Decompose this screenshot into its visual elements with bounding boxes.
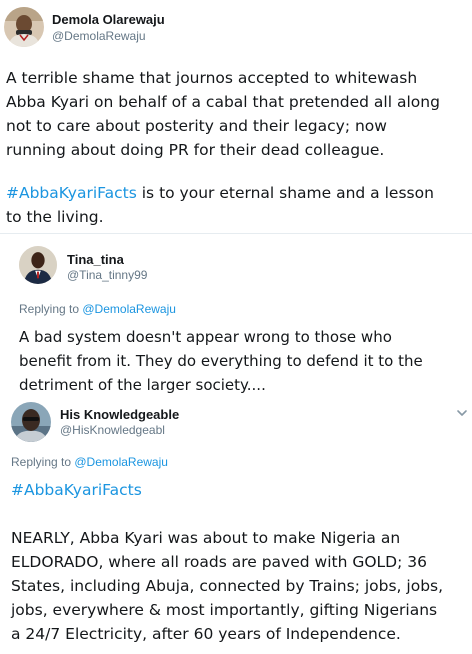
tweet-text: A terrible shame that journos accepted t… [6, 66, 440, 229]
reply-tweet: Tina_tina @Tina_tinny99 Replying to @Dem… [0, 234, 472, 396]
tweet-text-line: States, including Abuja, connected by Tr… [11, 577, 444, 595]
tweet-text-line: A terrible shame that journos accepted t… [6, 69, 418, 87]
tweet-text-line: to the living. [6, 208, 104, 226]
tweet-text: #AbbaKyariFacts NEARLY, Abba Kyari was a… [11, 478, 443, 646]
tweet-text-line: Abba Kyari on behalf of a cabal that pre… [6, 93, 440, 111]
mention-link[interactable]: @DemolaRewaju [82, 302, 176, 316]
user-handle[interactable]: @HisKnowledgeabl [60, 423, 165, 437]
tweet-text-line: not to care about posterity and their le… [6, 117, 387, 135]
chevron-down-icon[interactable] [455, 406, 469, 420]
tweet-text-line: #AbbaKyariFacts is to your eternal shame… [6, 181, 440, 205]
hashtag-link[interactable]: #AbbaKyariFacts [11, 478, 443, 502]
display-name[interactable]: Tina_tina [67, 252, 124, 267]
tweet-text-fragment: is to your eternal shame and a lesson [136, 184, 434, 202]
hashtag-link[interactable]: #AbbaKyariFacts [6, 184, 137, 202]
replying-to: Replying to @DemolaRewaju [19, 302, 176, 316]
tweet-text-line: A bad system doesn't appear wrong to tho… [19, 328, 392, 346]
tweet-text-line: running about doing PR for their dead co… [6, 141, 385, 159]
avatar-his-knowledgeable[interactable] [11, 402, 51, 442]
avatar-tina[interactable] [19, 246, 57, 284]
tweet-text-line: a 24/7 Electricity, after 60 years of In… [11, 625, 401, 643]
avatar-demola[interactable] [4, 7, 44, 47]
display-name[interactable]: Demola Olarewaju [52, 12, 165, 27]
mention-link[interactable]: @DemolaRewaju [74, 455, 168, 469]
tweet-text-line: NEARLY, Abba Kyari was about to make Nig… [11, 529, 401, 547]
tweet-text-line: jobs, everywhere & most importantly, gif… [11, 601, 438, 619]
replying-to: Replying to @DemolaRewaju [11, 455, 168, 469]
replying-prefix: Replying to [19, 302, 83, 316]
tweet-text: A bad system doesn't appear wrong to tho… [19, 325, 423, 397]
replying-prefix: Replying to [11, 455, 75, 469]
main-tweet: Demola Olarewaju @DemolaRewaju A terribl… [0, 0, 472, 230]
display-name[interactable]: His Knowledgeable [60, 407, 179, 422]
tweet-text-line: detriment of the larger society.... [19, 376, 266, 394]
tweet-text-line: benefit from it. They do everything to d… [19, 352, 423, 370]
user-handle[interactable]: @DemolaRewaju [52, 29, 146, 43]
user-handle[interactable]: @Tina_tinny99 [67, 268, 147, 282]
tweet-text-line: ELDORADO, where all roads are paved with… [11, 553, 427, 571]
reply-tweet: His Knowledgeable @HisKnowledgeabl Reply… [0, 396, 472, 654]
